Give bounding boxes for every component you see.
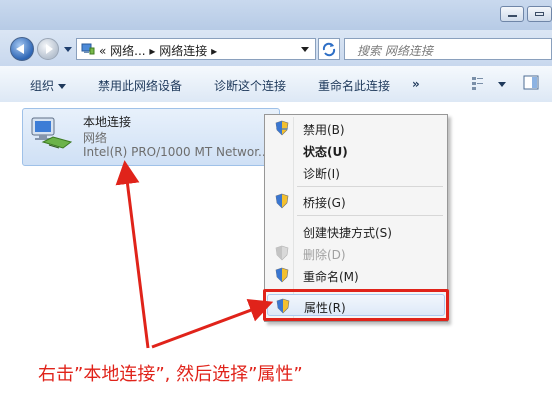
disable-device-button[interactable]: 禁用此网络设备 bbox=[98, 77, 182, 94]
minimize-button[interactable] bbox=[500, 6, 524, 22]
menu-item-rename[interactable]: 重命名(M) bbox=[267, 264, 445, 286]
back-arrow-icon bbox=[16, 44, 24, 54]
search-input[interactable]: 搜索 网络连接 bbox=[344, 38, 552, 60]
menu-label-rename: 重命名(M) bbox=[303, 270, 359, 284]
command-toolbar: 组织 禁用此网络设备 诊断这个连接 重命名此连接 » bbox=[0, 66, 552, 103]
menu-label-disable: 禁用(B) bbox=[303, 123, 345, 137]
menu-item-status[interactable]: 状态(U) bbox=[267, 139, 445, 161]
diagnose-button[interactable]: 诊断这个连接 bbox=[214, 77, 286, 94]
forward-button[interactable] bbox=[37, 38, 59, 60]
minimize-icon bbox=[508, 15, 517, 17]
preview-pane-icon[interactable] bbox=[523, 75, 539, 91]
menu-label-diagnose: 诊断(I) bbox=[303, 167, 340, 181]
connection-name: 本地连接 bbox=[83, 115, 132, 129]
menu-item-diagnose[interactable]: 诊断(I) bbox=[267, 161, 445, 183]
rename-button[interactable]: 重命名此连接 bbox=[318, 77, 390, 94]
menu-separator bbox=[297, 186, 443, 187]
search-placeholder: 搜索 网络连接 bbox=[357, 44, 433, 58]
navigation-bar: « 网络... ▸ 网络连接 ▸ 搜索 网络连接 bbox=[0, 30, 552, 66]
network-folder-icon bbox=[81, 43, 95, 55]
organize-label: 组织 bbox=[30, 79, 55, 93]
view-options-icon[interactable] bbox=[471, 75, 489, 91]
view-dropdown-icon[interactable] bbox=[498, 82, 506, 87]
connection-tile-local[interactable]: 本地连接 网络 Intel(R) PRO/1000 MT Networ... bbox=[22, 108, 280, 166]
menu-separator bbox=[297, 215, 443, 216]
connection-adapter: Intel(R) PRO/1000 MT Networ... bbox=[83, 145, 270, 159]
forward-arrow-icon bbox=[46, 44, 53, 54]
highlight-box bbox=[263, 289, 449, 321]
uac-shield-icon bbox=[275, 120, 289, 136]
window-frame bbox=[0, 0, 552, 30]
address-path: « 网络... ▸ 网络连接 ▸ bbox=[99, 44, 218, 58]
chevron-down-icon bbox=[58, 84, 67, 89]
address-bar[interactable]: « 网络... ▸ 网络连接 ▸ bbox=[76, 38, 316, 60]
more-commands-button[interactable]: » bbox=[412, 77, 420, 91]
uac-shield-icon bbox=[275, 267, 289, 283]
maximize-button[interactable] bbox=[527, 6, 552, 22]
network-adapter-icon bbox=[31, 117, 73, 149]
uac-shield-icon bbox=[275, 193, 289, 209]
refresh-button[interactable] bbox=[318, 38, 340, 60]
menu-label-bridge: 桥接(G) bbox=[303, 196, 346, 210]
instruction-caption: 右击”本地连接”, 然后选择”属性” bbox=[38, 364, 303, 385]
organize-menu[interactable]: 组织 bbox=[30, 77, 67, 94]
menu-item-disable[interactable]: 禁用(B) bbox=[267, 117, 445, 139]
menu-item-create-shortcut[interactable]: 创建快捷方式(S) bbox=[267, 220, 445, 242]
connection-network: 网络 bbox=[83, 131, 108, 145]
refresh-icon bbox=[322, 42, 336, 57]
menu-label-delete: 删除(D) bbox=[303, 248, 346, 262]
back-button[interactable] bbox=[10, 37, 34, 61]
menu-label-status: 状态(U) bbox=[303, 145, 348, 159]
menu-label-create-shortcut: 创建快捷方式(S) bbox=[303, 226, 392, 240]
uac-shield-icon-disabled bbox=[275, 245, 289, 261]
menu-item-bridge[interactable]: 桥接(G) bbox=[267, 190, 445, 212]
menu-item-delete: 删除(D) bbox=[267, 242, 445, 264]
recent-pages-dropdown[interactable] bbox=[64, 47, 72, 52]
maximize-icon bbox=[535, 12, 544, 16]
address-dropdown-icon[interactable] bbox=[301, 47, 309, 52]
